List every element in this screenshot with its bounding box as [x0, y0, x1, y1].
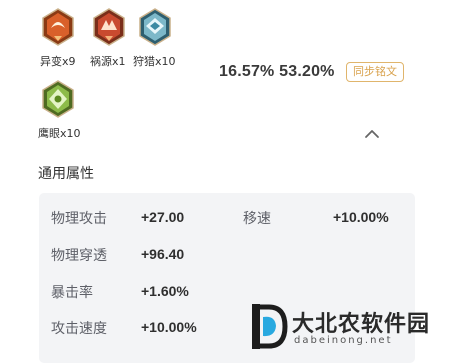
- watermark-url: dabeinong.net: [294, 335, 393, 346]
- attr-name-attack-speed: 攻击速度: [51, 321, 107, 337]
- chevron-up-icon[interactable]: [364, 128, 380, 140]
- attr-value-attack-speed: +10.00%: [141, 319, 197, 335]
- hawkeye-badge-icon: [42, 80, 74, 118]
- hunt-badge-icon: [139, 8, 171, 46]
- badge-label: 异变x9: [40, 55, 76, 68]
- stats-values: 16.57% 53.20%: [219, 63, 335, 81]
- attr-value-physical-attack: +27.00: [141, 209, 185, 225]
- hunt-badge[interactable]: [138, 8, 172, 46]
- attr-value-move-speed: +10.00%: [333, 209, 389, 225]
- attr-name-move-speed: 移速: [243, 211, 271, 227]
- stat-value-1: 16.57%: [219, 63, 275, 80]
- attr-name-crit-rate: 暴击率: [51, 285, 93, 301]
- attr-value-crit-rate: +1.60%: [141, 283, 189, 299]
- section-title: 通用属性: [38, 166, 94, 182]
- badge-label: 祸源x1: [90, 55, 126, 68]
- mutation-badge[interactable]: [41, 8, 75, 46]
- calamity-badge-icon: [93, 8, 125, 46]
- badge-label: 狩猎x10: [133, 55, 176, 68]
- hawkeye-badge[interactable]: [41, 80, 75, 118]
- sync-inscription-button[interactable]: 同步铭文: [346, 62, 404, 82]
- badge-label: 鹰眼x10: [38, 127, 81, 140]
- stat-value-2: 53.20%: [279, 63, 335, 80]
- attr-name-physical-attack: 物理攻击: [51, 211, 107, 227]
- watermark-logo-icon: [252, 304, 288, 349]
- attr-name-physical-penetration: 物理穿透: [51, 248, 107, 264]
- calamity-badge[interactable]: [92, 8, 126, 46]
- attr-value-physical-penetration: +96.40: [141, 246, 185, 262]
- mutation-badge-icon: [42, 8, 74, 46]
- watermark: 大北农软件园 dabeinong.net: [249, 303, 449, 350]
- watermark-name: 大北农软件园: [292, 312, 431, 337]
